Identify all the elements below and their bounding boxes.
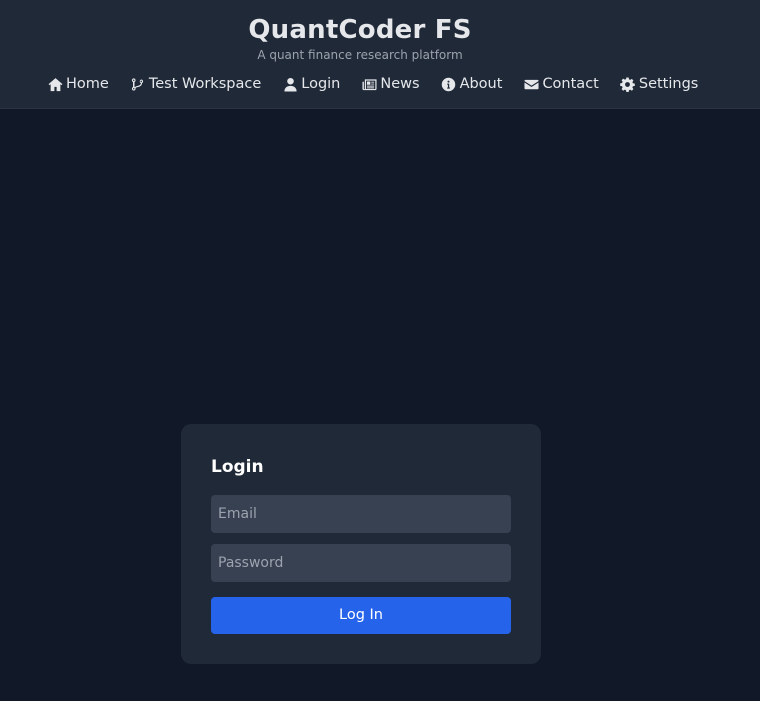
newspaper-icon bbox=[361, 76, 377, 92]
brand-subtitle: A quant finance research platform bbox=[257, 48, 463, 62]
info-circle-icon bbox=[441, 76, 457, 92]
nav-item-label: Home bbox=[66, 76, 109, 92]
nav-item-label: Login bbox=[301, 76, 341, 92]
nav-item-label: Contact bbox=[542, 76, 599, 92]
nav-item-label: Settings bbox=[638, 76, 699, 92]
nav-item-home[interactable]: Home bbox=[47, 72, 109, 96]
email-field[interactable] bbox=[211, 495, 511, 533]
nav-item-contact[interactable]: Contact bbox=[523, 72, 599, 96]
nav-item-about[interactable]: About bbox=[441, 72, 503, 96]
login-card: Login Log In bbox=[181, 424, 541, 664]
login-button[interactable]: Log In bbox=[211, 597, 511, 634]
home-icon bbox=[47, 76, 63, 92]
nav-item-settings[interactable]: Settings bbox=[620, 72, 698, 96]
envelope-icon bbox=[523, 76, 539, 92]
nav-item-label: News bbox=[380, 76, 420, 92]
main-nav: Home Test Workspace Login News About Con… bbox=[47, 72, 698, 96]
brand-title: QuantCoder FS bbox=[248, 15, 472, 45]
nav-item-test-workspace[interactable]: Test Workspace bbox=[130, 72, 261, 96]
login-title: Login bbox=[211, 457, 264, 477]
nav-item-news[interactable]: News bbox=[361, 72, 420, 96]
user-icon bbox=[282, 76, 298, 92]
nav-item-login[interactable]: Login bbox=[282, 72, 340, 96]
nav-item-label: Test Workspace bbox=[148, 76, 262, 92]
password-field[interactable] bbox=[211, 544, 511, 582]
top-header: QuantCoder FS A quant finance research p… bbox=[0, 0, 760, 109]
nav-item-label: About bbox=[459, 76, 503, 92]
code-branch-icon bbox=[130, 76, 146, 92]
gear-icon bbox=[620, 76, 636, 92]
